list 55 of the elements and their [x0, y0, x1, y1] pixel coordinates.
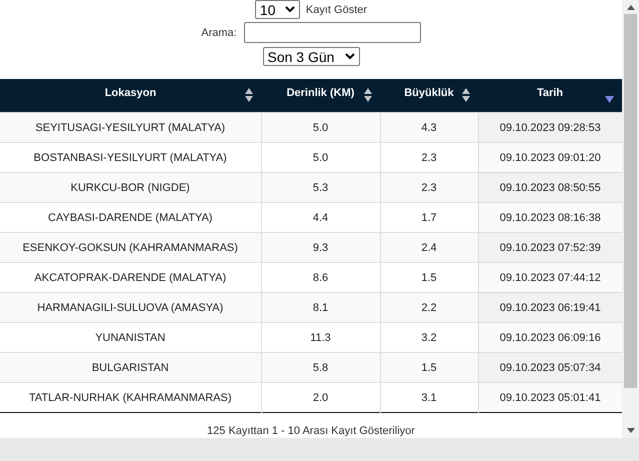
table-cell: 09.10.2023 06:19:41: [478, 292, 622, 322]
table-cell: 09.10.2023 09:01:20: [478, 142, 622, 172]
table-cell: 09.10.2023 09:28:53: [478, 112, 622, 142]
length-label: Kayıt Göster: [306, 4, 368, 16]
length-select[interactable]: 10: [254, 0, 300, 19]
table-cell: 8.6: [261, 262, 380, 292]
table-cell: 2.0: [261, 382, 380, 412]
table-cell: 9.3: [261, 232, 380, 262]
table-cell: 2.2: [380, 292, 478, 322]
column-header[interactable]: Tarih: [478, 79, 622, 112]
table-cell: 09.10.2023 08:16:38: [478, 202, 622, 232]
table-cell: 09.10.2023 06:09:16: [478, 322, 622, 352]
table-cell: 4.3: [380, 112, 478, 142]
table-cell: 3.2: [380, 322, 478, 352]
column-header[interactable]: Derinlik (KM): [261, 79, 380, 112]
table-cell: YUNANISTAN: [0, 322, 261, 352]
table-cell: 2.3: [380, 172, 478, 202]
table-cell: 5.0: [261, 142, 380, 172]
scrollbar[interactable]: [622, 0, 639, 438]
chevron-icon: [344, 53, 354, 60]
table-cell: BOSTANBASI-YESILYURT (MALATYA): [0, 142, 261, 172]
search-field[interactable]: [244, 22, 421, 43]
table-cell: 2.4: [380, 232, 478, 262]
table-cell: 1.7: [380, 202, 478, 232]
scroll-up-icon: [626, 5, 634, 10]
table-cell: 09.10.2023 07:44:12: [478, 262, 622, 292]
table-cell: 5.3: [261, 172, 380, 202]
table-cell: 1.5: [380, 262, 478, 292]
scroll-down-icon: [626, 428, 634, 433]
table-cell: 3.1: [380, 382, 478, 412]
table-cell: TATLAR-NURHAK (KAHRAMANMARAS): [0, 382, 261, 412]
column-header[interactable]: Büyüklük: [380, 79, 478, 112]
table-cell: BULGARISTAN: [0, 352, 261, 382]
table-cell: 09.10.2023 07:52:39: [478, 232, 622, 262]
column-header[interactable]: Lokasyon: [0, 79, 261, 112]
chevron-icon: [284, 6, 295, 13]
table-cell: 4.4: [261, 202, 380, 232]
table-cell: HARMANAGILI-SULUOVA (AMASYA): [0, 292, 261, 322]
table-cell: 09.10.2023 05:01:41: [478, 382, 622, 412]
search-label: Arama:: [201, 26, 237, 38]
table-cell: AKCATOPRAK-DARENDE (MALATYA): [0, 262, 261, 292]
table-cell: CAYBASI-DARENDE (MALATYA): [0, 202, 261, 232]
table-cell: ESENKOY-GOKSUN (KAHRAMANMARAS): [0, 232, 261, 262]
table-cell: 1.5: [380, 352, 478, 382]
table-info: 125 Kayıttan 1 - 10 Arası Kayıt Gösteriliyor: [207, 425, 415, 438]
table-cell: KURKCU-BOR (NIGDE): [0, 172, 261, 202]
table-cell: 5.8: [261, 352, 380, 382]
period-select[interactable]: Son 3 Gün: [262, 47, 360, 66]
table-cell: SEYITUSAGI-YESILYURT (MALATYA): [0, 112, 261, 142]
table-cell: 5.0: [261, 112, 380, 142]
table-cell: 11.3: [261, 322, 380, 352]
table-cell: 09.10.2023 05:07:34: [478, 352, 622, 382]
table-cell: 2.3: [380, 142, 478, 172]
table-cell: 09.10.2023 08:50:55: [478, 172, 622, 202]
table-cell: 8.1: [261, 292, 380, 322]
